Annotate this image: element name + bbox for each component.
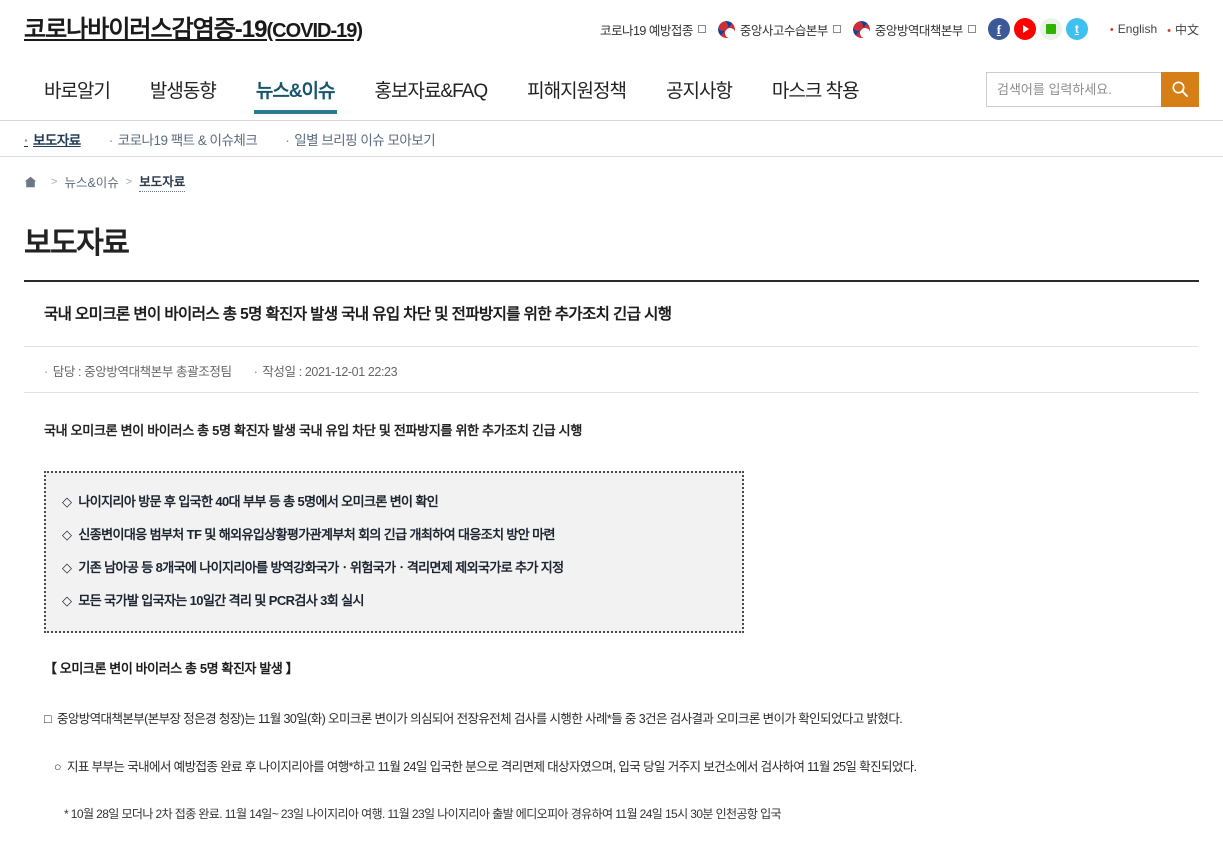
breadcrumb-item-press-release[interactable]: 보도자료 (139, 171, 186, 192)
article-date: 작성일 : 2021-12-01 22:23 (254, 361, 397, 380)
breadcrumb: > 뉴스&이슈 > 보도자료 (0, 157, 1223, 192)
twitter-icon[interactable]: t (1065, 18, 1088, 40)
top-link-vaccination-label: 코로나19 예방접종 (599, 23, 693, 38)
sub-item-press-release[interactable]: 보도자료 (24, 129, 81, 149)
breadcrumb-separator: > (125, 175, 133, 188)
nav-item-news-issues[interactable]: 뉴스&이슈 (236, 58, 355, 120)
home-icon[interactable] (24, 176, 37, 188)
nav-item-notices[interactable]: 공지사항 (646, 58, 752, 120)
highlight-box: ◇ 나이지리아 방문 후 입국한 40대 부부 등 총 5명에서 오미크론 변이 … (44, 471, 744, 633)
sub-item-daily-briefing[interactable]: 일별 브리핑 이슈 모아보기 (285, 129, 435, 149)
footnote: * 10월 28일 모더나 2차 접종 완료. 11월 14일~ 23일 나이지… (64, 807, 782, 822)
top-link-cdsch-label: 중앙사고수습본부 (739, 23, 829, 38)
diamond-bullet-icon: ◇ (62, 527, 72, 543)
paragraph-square: □ 중앙방역대책본부(본부장 정은경 청장)는 11월 30일(화) 오미크론 변… (44, 709, 1179, 729)
external-link-icon (832, 25, 841, 33)
nav-items: 바로알기 발생동향 뉴스&이슈 홍보자료&FAQ 피해지원정책 공지사항 마스크… (24, 58, 879, 120)
search-box (986, 71, 1199, 107)
page-title: 보도자료 (24, 227, 130, 260)
highlight-item-label: 모든 국가발 입국자는 10일간 격리 및 PCR검사 3회 실시 (78, 592, 364, 608)
top-header: 코로나바이러스감염증-19(COVID-19) 코로나19 예방접종 중앙사고수… (0, 0, 1223, 58)
sub-navigation: 보도자료 코로나19 팩트 & 이슈체크 일별 브리핑 이슈 모아보기 (0, 121, 1223, 157)
paragraph-text: 지표 부부는 국내에서 예방접종 완료 후 나이지리아를 여행*하고 11월 2… (66, 760, 917, 775)
square-bullet-icon: □ (44, 712, 52, 727)
social-links: f t (987, 18, 1088, 40)
site-logo[interactable]: 코로나바이러스감염증-19(COVID-19) (24, 16, 364, 43)
article-header: 국내 오미크론 변이 바이러스 총 5명 확진자 발생 국내 유입 차단 및 전… (24, 282, 1199, 347)
top-link-cdsch[interactable]: 중앙사고수습본부 (717, 20, 841, 39)
top-link-vaccination[interactable]: 코로나19 예방접종 (600, 20, 706, 39)
nav-item-pr-faq[interactable]: 홍보자료&FAQ (355, 58, 508, 120)
play-triangle-icon (1022, 25, 1029, 33)
paragraph-circle: ○ 지표 부부는 국내에서 예방접종 완료 후 나이지리아를 여행*하고 11월 … (44, 757, 1179, 777)
top-link-kdca-label: 중앙방역대책본부 (874, 23, 964, 38)
highlight-item-label: 신종변이대응 범부처 TF 및 해외유입상황평가관계부처 회의 긴급 개최하여 … (78, 527, 555, 543)
circle-bullet-icon: ○ (54, 760, 62, 775)
highlight-item: ◇ 기존 남아공 등 8개국에 나이지리아를 방역강화국가ㆍ위험국가ㆍ격리면제 제… (62, 552, 728, 585)
article-title: 국내 오미크론 변이 바이러스 총 5명 확진자 발생 국내 유입 차단 및 전… (44, 306, 672, 323)
nav-item-baroalgi[interactable]: 바로알기 (24, 58, 130, 120)
facebook-icon[interactable]: f (987, 18, 1010, 40)
youtube-icon[interactable] (1013, 18, 1036, 40)
site-logo-en: (COVID-19) (266, 20, 364, 42)
top-links: 코로나19 예방접종 중앙사고수습본부 중앙방역대책본부 f t • Engli… (600, 18, 1199, 40)
pen-glyph (1045, 24, 1056, 34)
section-heading: 【 오미크론 변이 바이러스 총 5명 확진자 발생 】 (44, 660, 299, 676)
page-content: 보도자료 국내 오미크론 변이 바이러스 총 5명 확진자 발생 국내 유입 차… (0, 218, 1223, 825)
nav-item-trends[interactable]: 발생동향 (130, 58, 236, 120)
lang-link-english[interactable]: English (1110, 22, 1157, 36)
nav-item-mask[interactable]: 마스크 착용 (752, 58, 879, 120)
highlight-item-label: 나이지리아 방문 후 입국한 40대 부부 등 총 5명에서 오미크론 변이 확… (78, 494, 439, 510)
highlight-item-label: 기존 남아공 등 8개국에 나이지리아를 방역강화국가ㆍ위험국가ㆍ격리면제 제외… (78, 560, 564, 576)
facebook-glyph: f (996, 21, 1002, 37)
article-meta: 담당 : 중앙방역대책본부 총괄조정팀 작성일 : 2021-12-01 22:… (24, 347, 1199, 393)
twitter-glyph: t (1074, 22, 1079, 36)
diamond-bullet-icon: ◇ (62, 494, 72, 510)
lang-link-chinese[interactable]: 中文 (1167, 21, 1199, 38)
paragraph-text: 중앙방역대책본부(본부장 정은경 청장)는 11월 30일(화) 오미크론 변이… (56, 712, 903, 727)
search-button[interactable] (1161, 71, 1199, 107)
highlight-item: ◇ 나이지리아 방문 후 입국한 40대 부부 등 총 5명에서 오미크론 변이 … (62, 486, 728, 519)
korea-government-logo-icon (717, 20, 735, 38)
article-body: 국내 오미크론 변이 바이러스 총 5명 확진자 발생 국내 유입 차단 및 전… (24, 393, 1199, 825)
naver-blog-icon[interactable] (1039, 18, 1062, 40)
site-logo-ko: 코로나바이러스감염증-19 (24, 16, 267, 43)
external-link-icon (967, 25, 976, 33)
article-department: 담당 : 중앙방역대책본부 총괄조정팀 (44, 361, 232, 380)
highlight-item: ◇ 모든 국가발 입국자는 10일간 격리 및 PCR검사 3회 실시 (62, 585, 728, 618)
diamond-bullet-icon: ◇ (62, 560, 72, 576)
search-input[interactable] (986, 71, 1161, 107)
korea-government-logo-icon (852, 20, 870, 38)
main-navigation: 바로알기 발생동향 뉴스&이슈 홍보자료&FAQ 피해지원정책 공지사항 마스크… (0, 58, 1223, 121)
sub-item-fact-check[interactable]: 코로나19 팩트 & 이슈체크 (109, 129, 258, 149)
top-link-kdca[interactable]: 중앙방역대책본부 (852, 20, 976, 39)
breadcrumb-item-news-issues[interactable]: 뉴스&이슈 (64, 172, 118, 191)
nav-item-support-policy[interactable]: 피해지원정책 (507, 58, 646, 120)
highlight-item: ◇ 신종변이대응 범부처 TF 및 해외유입상황평가관계부처 회의 긴급 개최하여… (62, 519, 728, 552)
diamond-bullet-icon: ◇ (62, 592, 72, 608)
article-body-title: 국내 오미크론 변이 바이러스 총 5명 확진자 발생 국내 유입 차단 및 전… (44, 422, 582, 438)
breadcrumb-separator: > (51, 175, 58, 188)
external-link-icon (697, 25, 706, 33)
